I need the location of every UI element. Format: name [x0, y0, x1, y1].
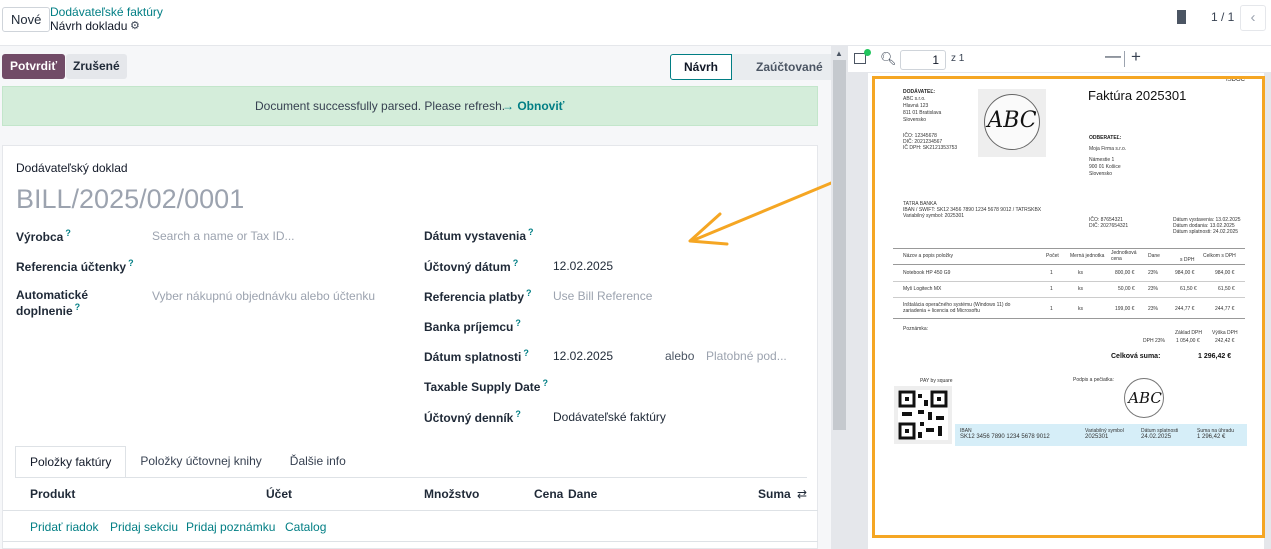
- form-scrollbar[interactable]: ▲: [831, 46, 848, 549]
- zoom-divider: [1124, 51, 1125, 67]
- page-count: z 1: [951, 53, 965, 64]
- pdf-toolbar: 🔍︎ 1 z 1 — +: [848, 46, 1271, 73]
- highlight-box: [872, 76, 1265, 538]
- zoom-in-button[interactable]: +: [1131, 47, 1141, 67]
- notification-dot: [864, 49, 871, 56]
- page-number-input[interactable]: 1: [900, 50, 946, 70]
- scroll-up-icon[interactable]: ▲: [835, 49, 843, 58]
- scroll-thumb[interactable]: [833, 60, 846, 430]
- search-icon[interactable]: 🔍︎: [880, 51, 897, 67]
- zoom-out-button[interactable]: —: [1105, 48, 1121, 66]
